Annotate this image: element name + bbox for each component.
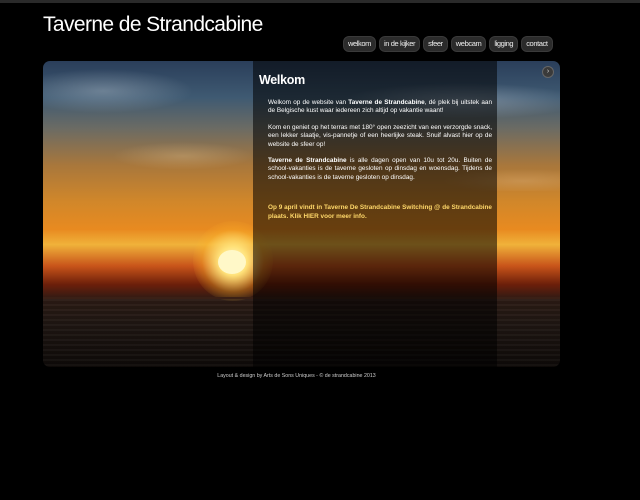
intro-brand: Taverne de Strandcabine <box>348 99 425 106</box>
hero-sunset-image: Welkom Welkom op de website van Taverne … <box>43 61 560 367</box>
nav-item-contact[interactable]: contact <box>521 36 553 52</box>
sun <box>218 250 246 274</box>
nav-item-in-de-kijker[interactable]: in de kijker <box>379 36 421 52</box>
event-notice-link[interactable]: Op 9 april vindt in Taverne De Strandcab… <box>268 204 492 221</box>
panel-title: Welkom <box>259 73 305 87</box>
hours-paragraph: Taverne de Strandcabine is alle dagen op… <box>268 157 492 182</box>
hours-brand: Taverne de Strandcabine <box>268 157 347 165</box>
footer-credits: Layout & design by Arts de Sons Uniques … <box>217 373 376 379</box>
nav-item-sfeer[interactable]: sfeer <box>423 36 448 52</box>
nav-item-welkom[interactable]: welkom <box>343 36 377 52</box>
main-nav: welkom in de kijker sfeer webcam ligging… <box>343 36 553 52</box>
terrace-paragraph: Kom en geniet op het terras met 180° ope… <box>268 123 492 148</box>
nav-item-webcam[interactable]: webcam <box>450 36 487 52</box>
intro-paragraph: Welkom op de website van Taverne de Stra… <box>268 99 492 116</box>
top-border <box>0 0 640 3</box>
panel-text: Welkom op de website van Taverne de Stra… <box>268 99 492 229</box>
chevron-right-icon[interactable]: › <box>542 66 554 78</box>
content-panel: Welkom Welkom op de website van Taverne … <box>253 61 497 367</box>
intro-text: Welkom op de website van <box>268 99 349 106</box>
nav-item-ligging[interactable]: ligging <box>489 36 519 52</box>
site-title: Taverne de Strandcabine <box>43 13 263 36</box>
